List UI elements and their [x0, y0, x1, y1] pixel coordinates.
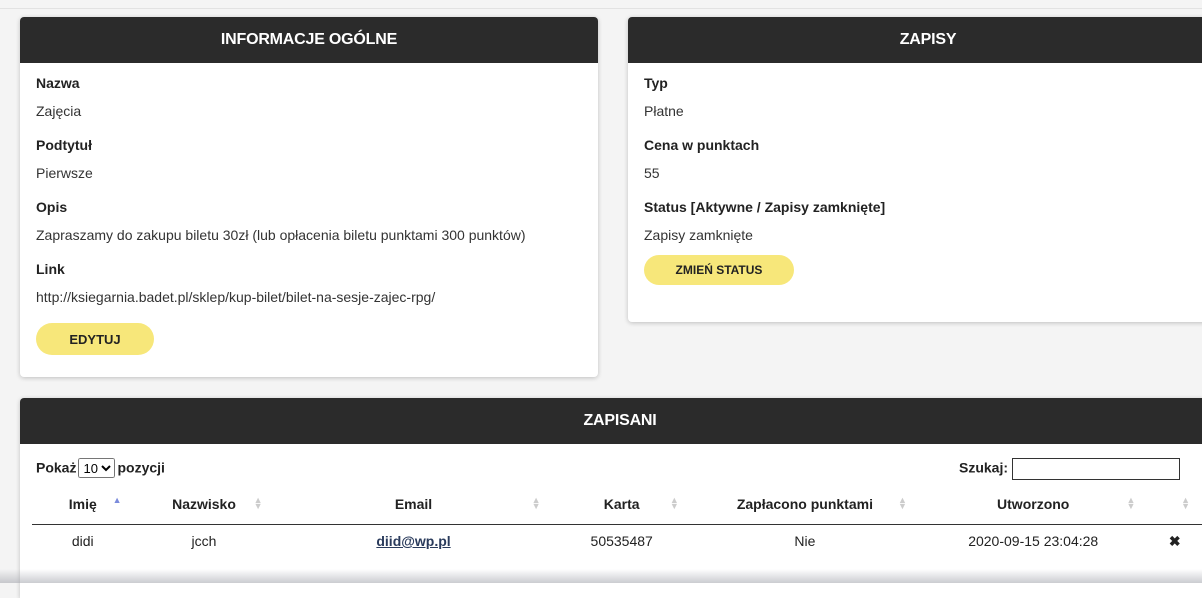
column-label-karta: Karta [603, 496, 640, 512]
column-header-utworzono[interactable]: Utworzono ▲ ▼ [918, 484, 1148, 525]
cell-zaplacono: Nie [794, 533, 816, 549]
subtitle-value: Pierwsze [36, 165, 93, 181]
cell-imie: didi [71, 533, 94, 549]
sort-icon: ▲ ▼ [669, 495, 679, 511]
general-info-title: INFORMACJE OGÓLNE [20, 17, 598, 63]
column-label-nazwisko: Nazwisko [172, 496, 236, 512]
bottom-fade [0, 569, 1202, 583]
subtitle-label: Podtytuł [36, 137, 92, 153]
name-label: Nazwa [36, 75, 80, 91]
cell-karta: 50535487 [590, 533, 653, 549]
table-row: didi jcch diid@wp.pl 50535487 Nie 2020-0… [32, 525, 1202, 558]
registration-card: ZAPISY Typ Płatne Cena w punktach 55 Sta… [628, 17, 1202, 322]
top-divider [0, 8, 1202, 9]
sort-ascending-icon: ▲ [112, 495, 122, 505]
search-input[interactable] [1012, 458, 1181, 480]
column-header-email[interactable]: Email ▲ ▼ [274, 484, 553, 525]
sort-icon: ▲ ▼ [1126, 495, 1136, 511]
registration-title: ZAPISY [628, 17, 1202, 63]
column-header-nazwisko[interactable]: Nazwisko ▲ ▼ [133, 484, 275, 525]
table-header-row: Imię ▲ Nazwisko ▲ ▼ Email ▲ ▼ Karta ▲ ▼ Zapłaco… [32, 484, 1202, 525]
points-price-label: Cena w punktach [644, 137, 760, 153]
status-value: Zapisy zamknięte [644, 227, 753, 243]
status-label: Status [Aktywne / Zapisy zamknięte] [644, 199, 886, 215]
cell-nazwisko: jcch [191, 533, 217, 549]
general-info-card: INFORMACJE OGÓLNE Nazwa Zajęcia Podtytuł… [20, 17, 598, 377]
registrants-card: ZAPISANI Pokaż 10 pozycji Szukaj: Imię ▲ Na… [20, 398, 1202, 598]
search-control: Szukaj: [959, 458, 1181, 480]
sort-icon: ▲ ▼ [531, 495, 541, 511]
cell-actions: ✖ [1147, 525, 1202, 558]
points-price-value: 55 [644, 165, 660, 181]
type-label: Typ [644, 75, 668, 91]
page-length-control: Pokaż 10 pozycji [36, 458, 165, 478]
table-toolbar: Pokaż 10 pozycji Szukaj: [20, 444, 1202, 484]
description-value: Zapraszamy do zakupu biletu 30zł (lub op… [36, 227, 526, 243]
email-link[interactable]: diid@wp.pl [376, 533, 450, 549]
column-header-imie[interactable]: Imię ▲ [32, 484, 134, 525]
sort-icon: ▲ ▼ [253, 495, 263, 511]
column-header-zaplacono[interactable]: Zapłacono punktami ▲ ▼ [690, 484, 919, 525]
delete-icon[interactable]: ✖ [1169, 533, 1181, 549]
link-value: http://ksiegarnia.badet.pl/sklep/kup-bil… [36, 289, 436, 305]
change-status-button[interactable]: ZMIEŃ STATUS [644, 255, 794, 285]
column-header-actions[interactable]: ▲ ▼ [1147, 484, 1202, 525]
description-label: Opis [36, 199, 68, 215]
column-label-email: Email [394, 496, 433, 512]
link-label: Link [36, 261, 65, 277]
registrants-table: Imię ▲ Nazwisko ▲ ▼ Email ▲ ▼ Karta ▲ ▼ Zapłaco… [32, 484, 1202, 557]
show-prefix: Pokaż [36, 459, 77, 476]
column-label-zaplacono: Zapłacono punktami [736, 496, 873, 512]
search-label: Szukaj: [959, 459, 1009, 476]
sort-icon: ▲ ▼ [898, 495, 907, 511]
sort-icon: ▲ ▼ [1181, 495, 1190, 511]
column-label-utworzono: Utworzono [997, 496, 1070, 512]
name-value: Zajęcia [36, 103, 82, 119]
cell-utworzono: 2020-09-15 23:04:28 [968, 533, 1099, 549]
registrants-title: ZAPISANI [20, 398, 1202, 444]
column-label-imie: Imię [68, 496, 97, 512]
cell-email: diid@wp.pl [274, 525, 552, 558]
show-suffix: pozycji [117, 459, 165, 476]
page-length-select[interactable]: 10 [78, 458, 116, 478]
edit-button[interactable]: EDYTUJ [36, 323, 154, 355]
column-header-karta[interactable]: Karta ▲ ▼ [552, 484, 691, 525]
type-value: Płatne [644, 103, 684, 119]
